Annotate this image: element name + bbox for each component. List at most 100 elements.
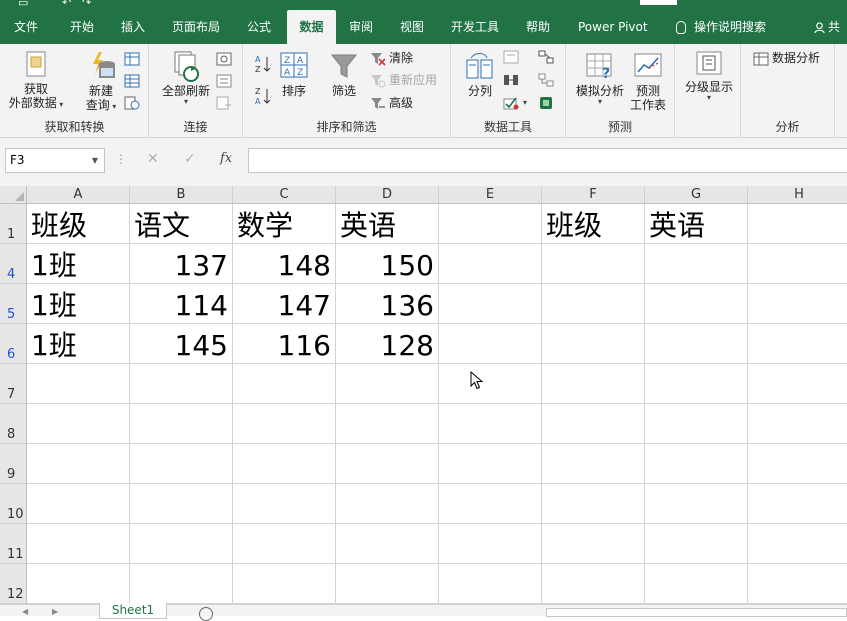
cell-d7[interactable] (336, 364, 439, 404)
cell-a8[interactable] (27, 404, 130, 444)
undo-icon[interactable]: ↶ (62, 0, 71, 9)
cell-f9[interactable] (542, 444, 645, 484)
cell-c12[interactable] (233, 564, 336, 604)
outline-button[interactable]: 分级显示 ▾ (681, 50, 737, 102)
what-if-analysis-button[interactable]: ? 模拟分析 ▾ (572, 52, 628, 106)
tab-home[interactable]: 开始 (70, 10, 94, 44)
cell-h7[interactable] (748, 364, 847, 404)
cell-a5[interactable]: 1班 (27, 284, 130, 324)
column-header-a[interactable]: A (27, 186, 130, 204)
cell-f5[interactable] (542, 284, 645, 324)
cell-g10[interactable] (645, 484, 748, 524)
cell-g4[interactable] (645, 244, 748, 284)
cell-b5[interactable]: 114 (130, 284, 233, 324)
recent-sources-icon[interactable] (124, 96, 140, 110)
tab-review[interactable]: 审阅 (349, 10, 373, 44)
row-header-4[interactable]: 4 (0, 244, 27, 284)
cell-d8[interactable] (336, 404, 439, 444)
cell-a9[interactable] (27, 444, 130, 484)
cell-d5[interactable]: 136 (336, 284, 439, 324)
refresh-all-button[interactable]: 全部刷新 ▾ (157, 50, 215, 106)
row-header-8[interactable]: 8 (0, 404, 27, 444)
cell-f1[interactable]: 班级 (542, 204, 645, 244)
sort-button[interactable]: ZA AZ 排序 (277, 52, 311, 98)
cell-c5[interactable]: 147 (233, 284, 336, 324)
column-header-f[interactable]: F (542, 186, 645, 204)
tab-file[interactable]: 文件 (14, 10, 38, 44)
select-all-button[interactable] (0, 186, 27, 204)
cell-f8[interactable] (542, 404, 645, 444)
sort-ascending-button[interactable]: AZ (254, 54, 272, 74)
cell-g8[interactable] (645, 404, 748, 444)
cell-c4[interactable]: 148 (233, 244, 336, 284)
share-button[interactable]: 共 (814, 10, 840, 44)
cell-h11[interactable] (748, 524, 847, 564)
forecast-sheet-button[interactable]: 预测 工作表 (628, 52, 668, 112)
cell-b1[interactable]: 语文 (130, 204, 233, 244)
cell-b9[interactable] (130, 444, 233, 484)
name-box-dropdown-icon[interactable]: ▼ (92, 149, 98, 172)
tab-developer[interactable]: 开发工具 (451, 10, 499, 44)
cell-g7[interactable] (645, 364, 748, 404)
advanced-filter-button[interactable]: 高级 (370, 93, 413, 113)
properties-icon[interactable] (216, 74, 232, 88)
cell-b6[interactable]: 145 (130, 324, 233, 364)
get-external-data-button[interactable]: 获取 外部数据 ▾ (4, 50, 68, 112)
tell-me-search[interactable]: 操作说明搜索 (676, 10, 766, 44)
cell-a10[interactable] (27, 484, 130, 524)
filter-button[interactable]: 筛选 (327, 52, 361, 98)
cell-c11[interactable] (233, 524, 336, 564)
cell-f10[interactable] (542, 484, 645, 524)
cell-f6[interactable] (542, 324, 645, 364)
from-table-icon[interactable] (124, 74, 140, 88)
connections-icon[interactable] (216, 52, 232, 66)
worksheet-grid[interactable]: ABCDEFGH 1 4 5 6 7 8 9 10 11 12 班级 语文 数学 英语 班级 英语 1班 137… (0, 186, 847, 604)
cell-c9[interactable] (233, 444, 336, 484)
save-icon[interactable]: ▭ (18, 0, 28, 9)
data-validation-icon[interactable] (503, 96, 519, 110)
cell-d9[interactable] (336, 444, 439, 484)
cell-d6[interactable]: 128 (336, 324, 439, 364)
show-queries-icon[interactable] (124, 52, 140, 66)
row-header-12[interactable]: 12 (0, 564, 27, 604)
cell-c6[interactable]: 116 (233, 324, 336, 364)
cell-c1[interactable]: 数学 (233, 204, 336, 244)
column-header-c[interactable]: C (233, 186, 336, 204)
tab-view[interactable]: 视图 (400, 10, 424, 44)
cancel-icon[interactable]: ✕ (147, 151, 159, 167)
cell-e4[interactable] (439, 244, 542, 284)
tab-help[interactable]: 帮助 (526, 10, 550, 44)
cell-d10[interactable] (336, 484, 439, 524)
name-box[interactable]: F3 ▼ (5, 148, 105, 173)
next-sheet-icon[interactable]: ▶ (52, 607, 58, 616)
sort-descending-button[interactable]: ZA (254, 86, 272, 106)
cell-e9[interactable] (439, 444, 542, 484)
cell-c10[interactable] (233, 484, 336, 524)
cell-b11[interactable] (130, 524, 233, 564)
column-header-e[interactable]: E (439, 186, 542, 204)
tab-page-layout[interactable]: 页面布局 (172, 10, 220, 44)
cell-a12[interactable] (27, 564, 130, 604)
cell-e6[interactable] (439, 324, 542, 364)
cell-h1[interactable] (748, 204, 847, 244)
row-header-10[interactable]: 10 (0, 484, 27, 524)
enter-icon[interactable]: ✓ (184, 151, 196, 167)
column-header-b[interactable]: B (130, 186, 233, 204)
text-to-columns-button[interactable]: 分列 (461, 52, 499, 98)
tab-insert[interactable]: 插入 (121, 10, 145, 44)
cell-d11[interactable] (336, 524, 439, 564)
cell-a4[interactable]: 1班 (27, 244, 130, 284)
cell-h9[interactable] (748, 444, 847, 484)
column-header-g[interactable]: G (645, 186, 748, 204)
cell-d12[interactable] (336, 564, 439, 604)
cell-f7[interactable] (542, 364, 645, 404)
data-analysis-button[interactable]: 数据分析 (753, 48, 820, 68)
flash-fill-icon[interactable] (503, 50, 519, 64)
cell-g9[interactable] (645, 444, 748, 484)
row-header-7[interactable]: 7 (0, 364, 27, 404)
row-header-6[interactable]: 6 (0, 324, 27, 364)
cell-g1[interactable]: 英语 (645, 204, 748, 244)
cell-c7[interactable] (233, 364, 336, 404)
tab-formulas[interactable]: 公式 (247, 10, 271, 44)
cell-e7[interactable] (439, 364, 542, 404)
